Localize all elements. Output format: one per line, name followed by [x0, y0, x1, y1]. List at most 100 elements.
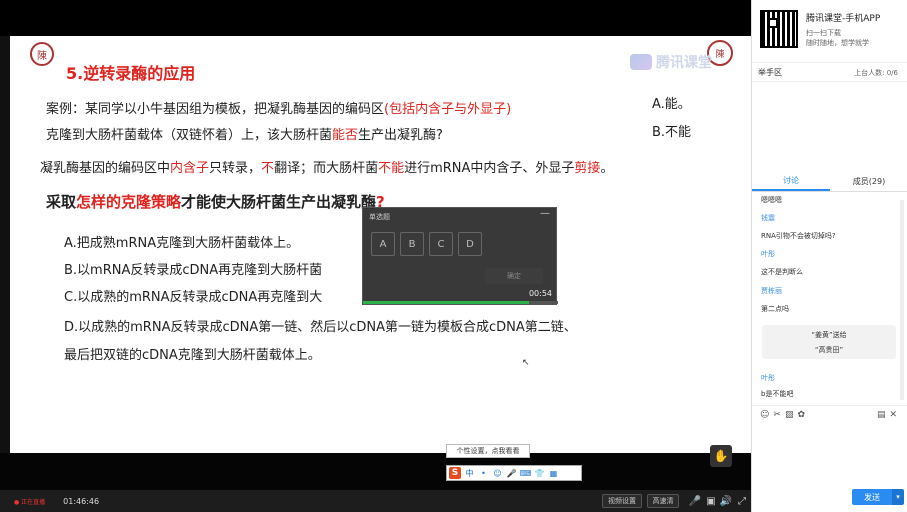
option-c: C.以成熟的mRNA反转录成cDNA再克隆到大 [64, 290, 323, 305]
case-red-text: (包括内含子与外显子) [384, 102, 512, 117]
question-red: 怎样的克隆策略 [76, 193, 182, 211]
school-logo-left: 陳 [30, 42, 54, 66]
gift-line-1: “姜黄”送给 [811, 331, 847, 339]
case-text: 案例：某同学以小牛基因组为模板，把凝乳酶基因的编码区 [46, 102, 385, 117]
ime-tooltip[interactable]: 个性设置，点我看看 [446, 444, 530, 458]
answer-a: A.能。 [652, 97, 691, 112]
video-top-bar [0, 0, 751, 36]
emoji-icon[interactable]: ☺ [760, 410, 769, 420]
mic-icon[interactable]: 🎤 [688, 494, 702, 508]
stage-count: 上台人数: 0/6 [854, 69, 898, 77]
hand-raise-label: 举手区 [758, 68, 782, 77]
image-icon[interactable]: ▨ [785, 410, 794, 420]
chat-message-name: 叶彤 [761, 374, 775, 382]
case-line2-red: 能否 [332, 128, 359, 143]
tencent-logo-icon [630, 54, 652, 70]
flower-icon[interactable]: ✿ [797, 410, 805, 420]
side-panel: 腾讯课堂-手机APP 扫一扫下载 随时随地，想学就学 举手区 上台人数: 0/6… [751, 0, 907, 512]
slide-title: 5.逆转录酶的应用 [66, 64, 196, 83]
video-area: 陳 陳 腾讯课堂 5.逆转录酶的应用 案例：某同学以小牛基因组为模板，把凝乳酶基… [0, 0, 751, 512]
app-root: 陳 陳 腾讯课堂 5.逆转录酶的应用 案例：某同学以小牛基因组为模板，把凝乳酶基… [0, 0, 907, 512]
quiz-title: 单选题 [369, 213, 390, 221]
ime-voice-icon[interactable]: 🎤 [506, 467, 517, 479]
explanation-line: 凝乳酶基因的编码区中内含子只转录，不翻译；而大肠杆菌不能进行mRNA中内含子、外… [40, 157, 613, 176]
ime-keyboard-icon[interactable]: ⌨ [520, 467, 532, 479]
chat-message-name: 贾栋丽 [761, 287, 782, 295]
option-a: A.把成熟mRNA克隆到大肠杆菌载体上。 [64, 236, 300, 251]
quiz-popup: 单选题 — A B C D 确定 00:54 [362, 207, 558, 305]
explain-red-2: 不 [261, 161, 275, 176]
ime-skin-icon[interactable]: 👕 [534, 467, 545, 479]
ime-toolbar: S 中 • ☺ 🎤 ⌨ 👕 ▦ [446, 465, 582, 481]
volume-icon[interactable]: 🔊 [719, 494, 733, 508]
live-indicator: ● 正在直播 [14, 498, 46, 506]
mouse-cursor-icon: ↖ [522, 358, 530, 368]
explain-red-1: 内含子 [170, 161, 210, 176]
chat-message-name: 叶彤 [761, 250, 775, 258]
case-line2-text-a: 克隆到大肠杆菌载体（双链怀着）上，该大肠杆菌 [46, 128, 333, 143]
quiz-option-c[interactable]: C [429, 232, 453, 256]
gift-line-2: “高贵田” [814, 346, 844, 354]
ime-emoji-icon[interactable]: ☺ [492, 467, 503, 479]
chat-message-text: 嗯嗯嗯 [761, 196, 782, 204]
ime-chinese-mode[interactable]: 中 [464, 467, 475, 479]
send-button[interactable]: 发送 [852, 489, 892, 505]
quiz-progress-fill [363, 301, 529, 304]
quiz-confirm-button[interactable]: 确定 [485, 268, 543, 284]
chat-message-name: 钱震 [761, 214, 775, 222]
chat-message-text: 第二点吗 [761, 305, 789, 313]
chat-scrollbar[interactable] [900, 200, 904, 400]
chat-message-text: b是不能吧 [761, 390, 794, 398]
card-icon[interactable]: ▤ [877, 410, 886, 420]
option-b: B.以mRNA反转录成cDNA再克隆到大肠杆菌 [64, 263, 323, 278]
app-promo-title: 腾讯课堂-手机APP [806, 14, 881, 24]
tencent-watermark: 腾讯课堂 [630, 52, 712, 72]
case-line-1: 案例：某同学以小牛基因组为模板，把凝乳酶基因的编码区(包括内含子与外显子) [46, 98, 511, 117]
case-line2-text-b: 生产出凝乳酶? [358, 128, 443, 143]
sogou-icon[interactable]: S [449, 467, 461, 479]
quality-button[interactable]: 高速清 [647, 494, 679, 508]
quiz-timer: 00:54 [528, 289, 552, 298]
explain-text-c: 翻译；而大肠杆菌 [274, 161, 379, 176]
chat-toolbar: ☺ ✂ ▨ ✿ ▤ ✕ [752, 405, 907, 423]
chat-message-text: 这不是判断么 [761, 268, 803, 276]
explain-text-a: 凝乳酶基因的编码区中 [40, 161, 171, 176]
elapsed-time: 01:46:46 [63, 496, 100, 506]
explain-red-4: 剪接 [574, 161, 601, 176]
question-line: 采取怎样的克隆策略才能使大肠杆菌生产出凝乳酶? [46, 191, 385, 212]
qr-marker [768, 18, 778, 28]
chat-list: 嗯嗯嗯 钱震 RNA引物不会被切掉吗? 叶彤 这不是判断么 贾栋丽 第二点吗 叶… [752, 193, 902, 403]
gift-notice: “姜黄”送给 “高贵田” [762, 325, 896, 359]
explain-text-d: 进行mRNA中内含子、外显子 [404, 161, 575, 176]
hand-raise-section: 举手区 上台人数: 0/6 [752, 62, 907, 82]
option-d-line1: D.以成熟的mRNA反转录成cDNA第一链、然后以cDNA第一链为模板合成cDN… [64, 320, 577, 335]
quiz-minimize-button[interactable]: — [540, 208, 550, 219]
case-line-2: 克隆到大肠杆菌载体（双链怀着）上，该大肠杆菌能否生产出凝乳酶? [46, 124, 443, 143]
settings-icon[interactable]: ✕ [890, 410, 898, 420]
raise-hand-icon[interactable]: ✋ [710, 445, 732, 467]
quiz-option-d[interactable]: D [458, 232, 482, 256]
app-promo-sub2: 随时随地，想学就学 [806, 39, 869, 47]
quiz-option-b[interactable]: B [400, 232, 424, 256]
option-d-line2: 最后把双链的cDNA克隆到大肠杆菌载体上。 [64, 348, 321, 363]
send-options-dropdown[interactable]: ▾ [892, 489, 904, 505]
tab-discuss[interactable]: 讨论 [752, 172, 830, 191]
fullscreen-icon[interactable]: ⤢ [735, 494, 749, 508]
chat-message-text: RNA引物不会被切掉吗? [761, 232, 836, 240]
video-settings-button[interactable]: 视频设置 [602, 494, 642, 508]
panel-tabs: 讨论 成员(29) [752, 172, 907, 192]
tab-members[interactable]: 成员(29) [830, 172, 907, 191]
ime-toolbox-icon[interactable]: ▦ [548, 467, 559, 479]
explain-text-e: 。 [600, 161, 614, 176]
quiz-option-a[interactable]: A [371, 232, 395, 256]
watermark-text: 腾讯课堂 [656, 55, 712, 71]
ime-punct-icon[interactable]: • [478, 467, 489, 479]
video-bottom-area [0, 453, 751, 490]
camera-icon[interactable]: ▣ [704, 494, 718, 508]
answer-b: B.不能 [652, 125, 692, 140]
explain-red-3: 不能 [378, 161, 405, 176]
scissors-icon[interactable]: ✂ [773, 410, 781, 420]
question-text-a: 采取 [46, 193, 77, 211]
explain-text-b: 只转录， [209, 161, 262, 176]
quiz-progress-bar [363, 301, 558, 304]
